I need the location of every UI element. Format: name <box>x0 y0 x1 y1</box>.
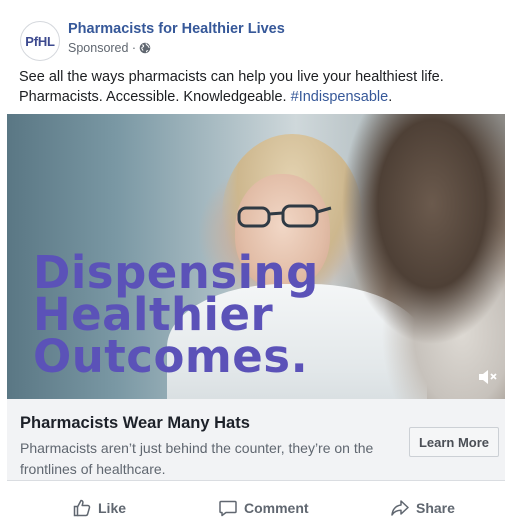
share-button[interactable]: Share <box>390 496 455 520</box>
post-actions-bar: Like Comment Share <box>0 492 505 524</box>
comment-icon <box>219 500 237 517</box>
thumbs-up-icon <box>73 499 91 517</box>
comment-label: Comment <box>244 500 309 516</box>
post-message: See all the ways pharmacists can help yo… <box>19 67 489 107</box>
sponsored-label[interactable]: Sponsored · <box>68 41 151 55</box>
share-arrow-icon <box>391 500 409 516</box>
avatar-logo-text: PfHL <box>25 33 55 49</box>
video-headline: Dispensing Healthier Outcomes. <box>33 250 319 383</box>
card-title[interactable]: Pharmacists Wear Many Hats <box>20 414 250 433</box>
like-label: Like <box>98 500 127 516</box>
learn-more-button[interactable]: Learn More <box>409 427 499 457</box>
share-label: Share <box>416 500 455 516</box>
media-glasses <box>237 204 332 228</box>
post-message-end: . <box>388 89 393 105</box>
like-button[interactable]: Like <box>72 496 126 520</box>
speaker-muted-icon[interactable] <box>477 368 499 386</box>
card-description: Pharmacists aren’t just behind the count… <box>20 440 374 477</box>
comment-button[interactable]: Comment <box>218 496 309 520</box>
sponsored-post: PfHL Pharmacists for Healthier Lives Spo… <box>0 0 505 523</box>
link-card[interactable]: Pharmacists Wear Many Hats Pharmacists a… <box>7 399 505 481</box>
sponsored-text: Sponsored · <box>68 41 137 55</box>
page-name-link[interactable]: Pharmacists for Healthier Lives <box>68 21 285 37</box>
globe-icon <box>139 42 151 54</box>
page-avatar[interactable]: PfHL <box>20 21 60 61</box>
headline-line-3: Outcomes. <box>33 330 309 383</box>
hashtag-link[interactable]: #Indispensable <box>291 89 389 105</box>
video-media[interactable]: Dispensing Healthier Outcomes. <box>7 114 505 399</box>
media-second-person <box>342 114 505 399</box>
